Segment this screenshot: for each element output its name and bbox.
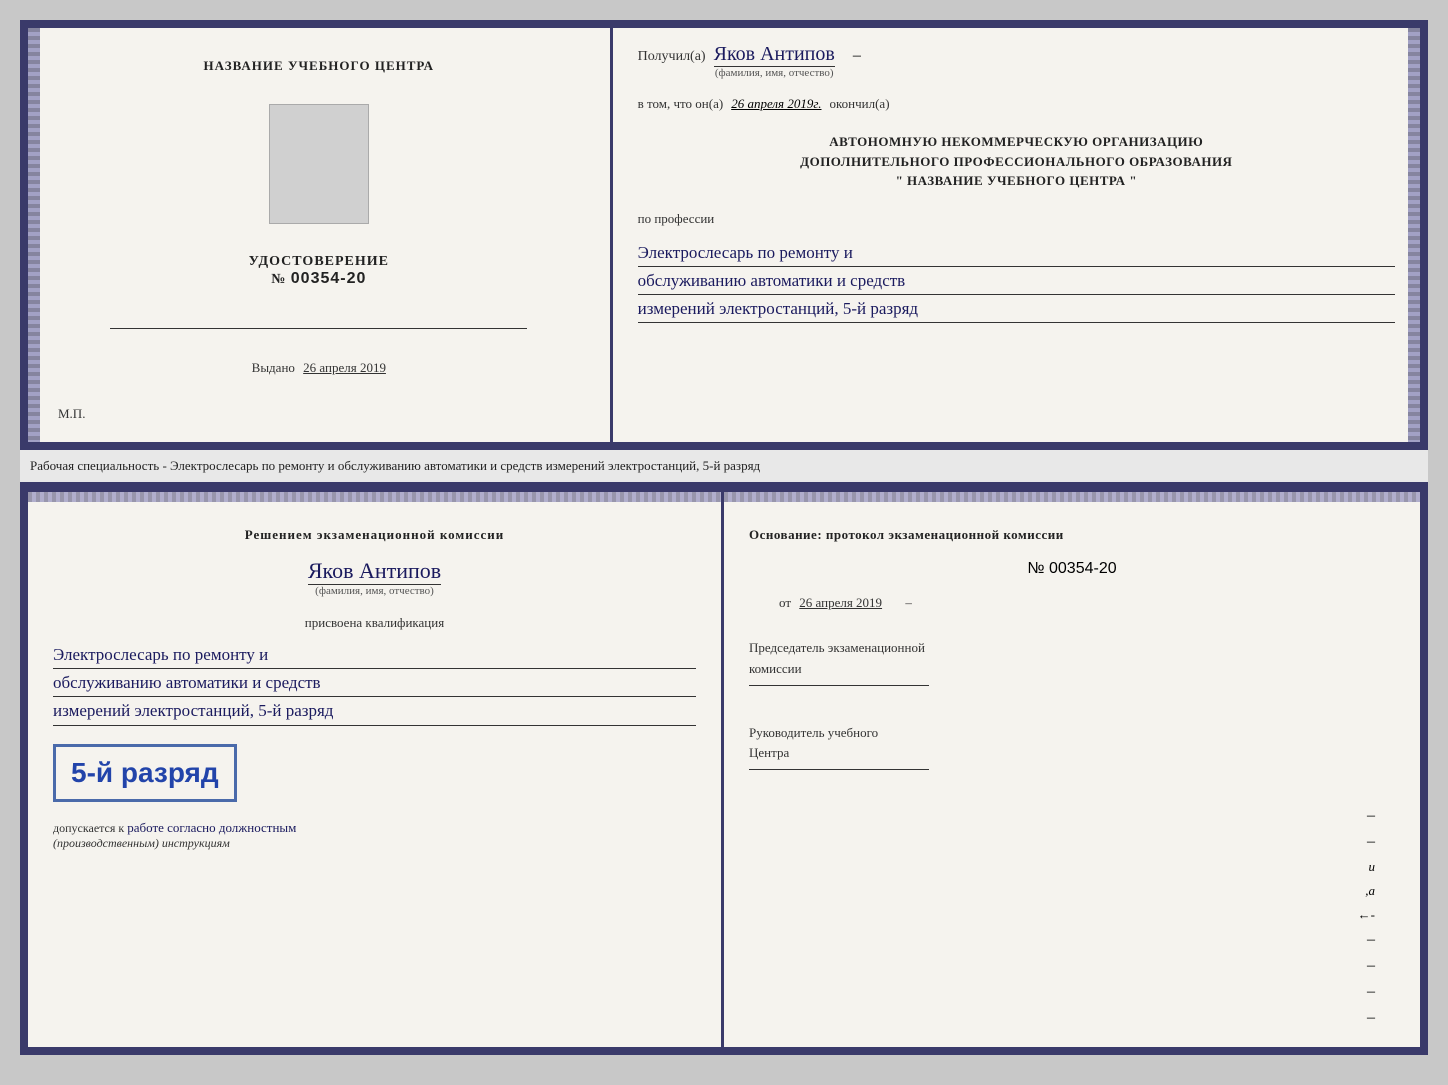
finished-label: окончил(а) xyxy=(830,96,890,112)
number-prefix: № xyxy=(1027,560,1044,577)
grade-box: 5-й разряд xyxy=(53,744,237,802)
recipient-name: Яков Антипов xyxy=(714,43,835,67)
date-prefix: от xyxy=(779,595,791,610)
in-that-prefix: в том, что он(а) xyxy=(638,96,724,112)
profession-line2: обслуживанию автоматики и средств xyxy=(638,267,1395,295)
qualification-block: Электрослесарь по ремонту и обслуживанию… xyxy=(53,641,696,726)
protocol-date: 26 апреля 2019 xyxy=(799,595,882,610)
profession-block: Электрослесарь по ремонту и обслуживанию… xyxy=(638,239,1395,324)
specialty-description: Рабочая специальность - Электрослесарь п… xyxy=(30,458,760,473)
cert-number: 00354-20 xyxy=(291,270,367,287)
top-document: НАЗВАНИЕ УЧЕБНОГО ЦЕНТРА УДОСТОВЕРЕНИЕ №… xyxy=(20,20,1428,450)
org-block: АВТОНОМНУЮ НЕКОММЕРЧЕСКУЮ ОРГАНИЗАЦИЮ ДО… xyxy=(638,132,1395,191)
issued-line: Выдано 26 апреля 2019 xyxy=(252,360,386,376)
page-wrapper: НАЗВАНИЕ УЧЕБНОГО ЦЕНТРА УДОСТОВЕРЕНИЕ №… xyxy=(20,20,1428,1055)
left-decoration-strip xyxy=(28,28,40,442)
profession-line3: измерений электростанций, 5-й разряд xyxy=(638,295,1395,323)
received-row: Получил(а) Яков Антипов (фамилия, имя, о… xyxy=(638,43,1395,79)
chairman-label: Председатель экзаменационной xyxy=(749,638,1395,659)
photo-placeholder xyxy=(269,104,369,224)
bottom-fio-label: (фамилия, имя, отчество) xyxy=(315,585,434,597)
issued-date: 26 апреля 2019 xyxy=(303,360,386,375)
chairman-block: Председатель экзаменационной комиссии xyxy=(749,638,1395,691)
school-name-header: НАЗВАНИЕ УЧЕБНОГО ЦЕНТРА xyxy=(204,58,435,74)
head-block: Руководитель учебного Центра xyxy=(749,723,1395,776)
chairman-signature-line xyxy=(749,685,929,686)
head-signature-line xyxy=(749,769,929,770)
profession-label: по профессии xyxy=(638,211,1395,227)
grade-text: 5-й разряд xyxy=(71,757,219,789)
cert-number-prefix: № xyxy=(271,272,286,287)
qual-line2: обслуживанию автоматики и средств xyxy=(53,669,696,697)
admission-text2: (производственным) инструкциям xyxy=(53,836,696,851)
bottom-document: Решением экзаменационной комиссии Яков А… xyxy=(20,484,1428,1055)
admission-text: работе согласно должностным xyxy=(127,820,296,835)
decision-line: Решением экзаменационной комиссии xyxy=(53,527,696,543)
bottom-left-panel: Решением экзаменационной комиссии Яков А… xyxy=(28,492,724,1047)
specialty-text-bar: Рабочая специальность - Электрослесарь п… xyxy=(20,450,1428,484)
protocol-number: 00354-20 xyxy=(1049,560,1117,577)
issued-label: Выдано xyxy=(252,360,295,375)
head-label2: Центра xyxy=(749,743,1395,764)
profession-line1: Электрослесарь по ремонту и xyxy=(638,239,1395,267)
top-decoration-strip-left xyxy=(28,492,721,502)
bottom-right-panel: Основание: протокол экзаменационной коми… xyxy=(724,492,1420,1047)
fio-label-top: (фамилия, имя, отчество) xyxy=(715,67,834,79)
assigned-label: присвоена квалификация xyxy=(53,615,696,631)
bottom-name: Яков Антипов xyxy=(308,558,441,585)
org-line2: ДОПОЛНИТЕЛЬНОГО ПРОФЕССИОНАЛЬНОГО ОБРАЗО… xyxy=(638,152,1395,172)
basis-label: Основание: протокол экзаменационной коми… xyxy=(749,527,1395,543)
chairman-label2: комиссии xyxy=(749,659,1395,680)
qual-line1: Электрослесарь по ремонту и xyxy=(53,641,696,669)
mp-label: М.П. xyxy=(58,406,85,422)
admission-block: допускается к работе согласно должностны… xyxy=(53,820,696,851)
cert-number-line: № 00354-20 xyxy=(249,270,389,288)
top-right-panel: Получил(а) Яков Антипов (фамилия, имя, о… xyxy=(613,28,1420,442)
right-decoration-strip xyxy=(1408,28,1420,442)
protocol-number-row: № 00354-20 xyxy=(749,560,1395,578)
date-row: от 26 апреля 2019 – xyxy=(779,595,1395,611)
head-label: Руководитель учебного xyxy=(749,723,1395,744)
qual-line3: измерений электростанций, 5-й разряд xyxy=(53,697,696,725)
top-decoration-strip-right xyxy=(724,492,1420,502)
received-label: Получил(а) xyxy=(638,49,706,65)
in-that-date: 26 апреля 2019г. xyxy=(731,96,821,112)
in-that-row: в том, что он(а) 26 апреля 2019г. окончи… xyxy=(638,96,1395,112)
top-left-panel: НАЗВАНИЕ УЧЕБНОГО ЦЕНТРА УДОСТОВЕРЕНИЕ №… xyxy=(28,28,613,442)
org-line1: АВТОНОМНУЮ НЕКОММЕРЧЕСКУЮ ОРГАНИЗАЦИЮ xyxy=(638,132,1395,152)
org-line3: " НАЗВАНИЕ УЧЕБНОГО ЦЕНТРА " xyxy=(638,171,1395,191)
cert-title: УДОСТОВЕРЕНИЕ xyxy=(249,254,389,270)
admission-prefix: допускается к xyxy=(53,821,124,835)
